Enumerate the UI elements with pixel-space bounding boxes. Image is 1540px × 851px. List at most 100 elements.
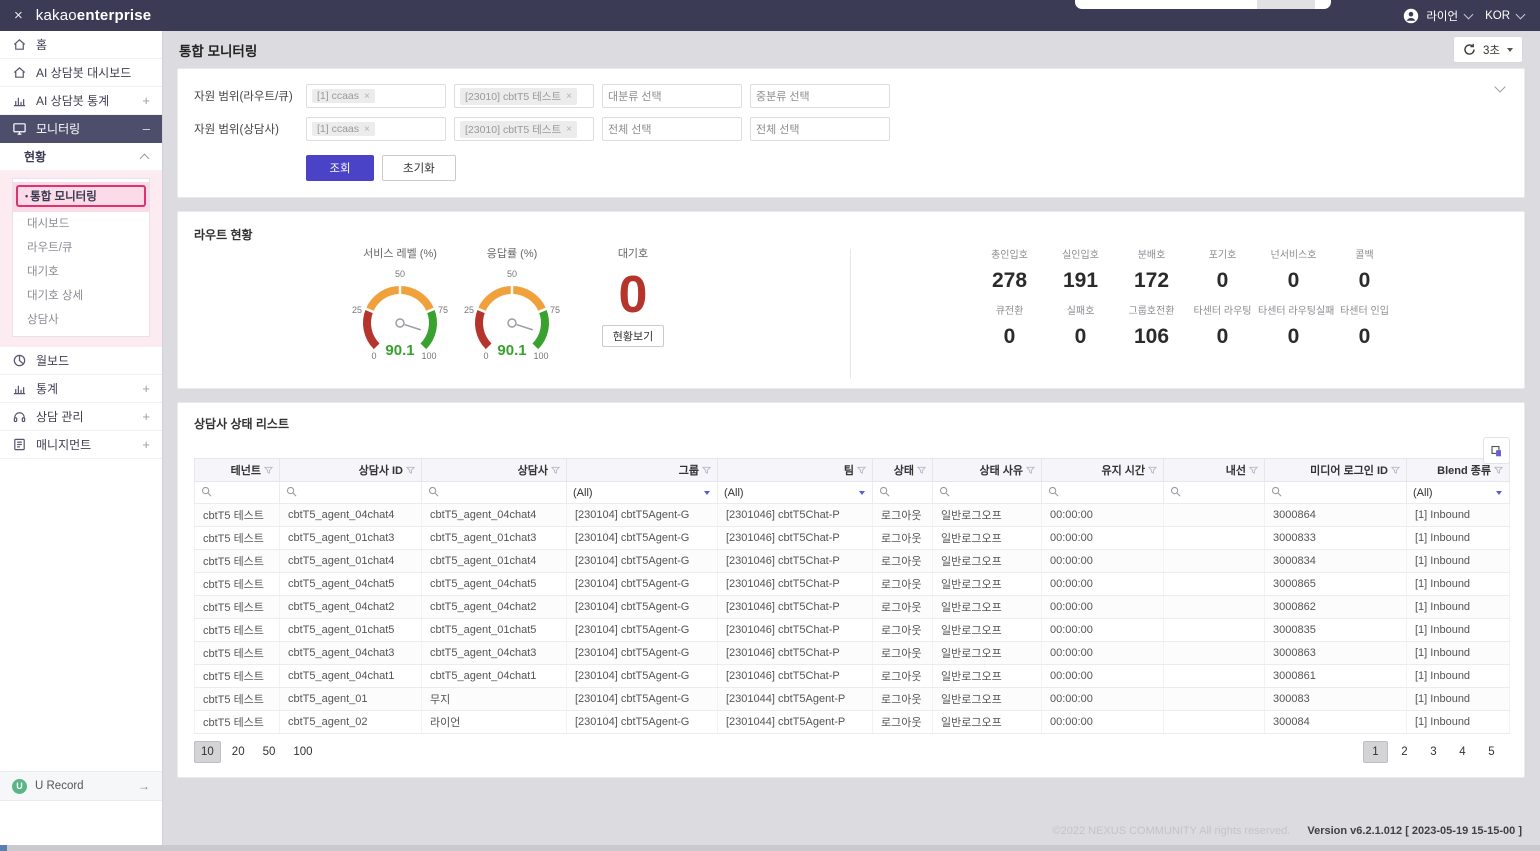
column-filter-search[interactable] <box>1164 482 1265 504</box>
agent-row[interactable]: cbtT5 테스트cbtT5_agent_01무지[230104] cbtT5A… <box>195 688 1510 711</box>
sidebar-group-status[interactable]: 현황 <box>0 143 162 171</box>
column-filter-select[interactable]: (All) <box>567 482 718 504</box>
column-filter-search[interactable] <box>280 482 422 504</box>
refresh-icon <box>1463 43 1476 56</box>
gauge-value: 90.1 <box>385 342 414 359</box>
user-name[interactable]: 라이언 <box>1426 8 1458 24</box>
chevron-down-icon[interactable] <box>1516 9 1526 19</box>
agent-row[interactable]: cbtT5 테스트cbtT5_agent_04chat1cbtT5_agent_… <box>195 665 1510 688</box>
column-header[interactable]: 상태 사유 <box>933 459 1042 482</box>
sidebar-item-home[interactable]: 홈 <box>0 31 162 59</box>
refresh-interval-control[interactable]: 3초 <box>1453 36 1523 63</box>
agent-row[interactable]: cbtT5 테스트cbtT5_agent_01chat3cbtT5_agent_… <box>195 527 1510 550</box>
column-filter-select[interactable]: (All) <box>718 482 873 504</box>
sidebar-subitem-agents[interactable]: 상담사 <box>13 308 149 332</box>
agent-row[interactable]: cbtT5 테스트cbtT5_agent_04chat5cbtT5_agent_… <box>195 573 1510 596</box>
filter-funnel-icon <box>1391 466 1400 475</box>
expand-icon: + <box>142 94 150 107</box>
column-header[interactable]: 미디어 로그인 ID <box>1265 459 1407 482</box>
column-header[interactable]: 상태 <box>873 459 933 482</box>
resource-tag-input[interactable]: [1] ccaas× <box>306 117 446 141</box>
column-header[interactable]: 내선 <box>1164 459 1265 482</box>
copy-icon[interactable] <box>1483 437 1510 464</box>
page-size-button-100[interactable]: 100 <box>286 741 319 763</box>
bar-chart-icon <box>12 93 27 108</box>
remove-tag-icon[interactable]: × <box>566 91 572 102</box>
sidebar-subitem-waiting-calls-detail[interactable]: 대기호 상세 <box>13 284 149 308</box>
column-header[interactable]: 상담사 ID <box>280 459 422 482</box>
sidebar: 홈 AI 상담봇 대시보드 AI 상담봇 통계 + 모니터링 – 현황 •통합 … <box>0 31 163 845</box>
agent-list-title: 상담사 상태 리스트 <box>194 415 1508 432</box>
page-button-2[interactable]: 2 <box>1392 741 1417 763</box>
page-button-4[interactable]: 4 <box>1450 741 1475 763</box>
svg-text:100: 100 <box>533 351 548 361</box>
sidebar-subitem-route-queue[interactable]: 라우트/큐 <box>13 236 149 260</box>
sidebar-item-management[interactable]: 매니지먼트 + <box>0 431 162 459</box>
column-header[interactable]: 상담사 <box>422 459 567 482</box>
resource-tag-input[interactable]: [1] ccaas× <box>306 84 446 108</box>
agent-row[interactable]: cbtT5 테스트cbtT5_agent_01chat4cbtT5_agent_… <box>195 550 1510 573</box>
page-header: 통합 모니터링 3초 <box>162 31 1540 68</box>
sidebar-item-wallboard[interactable]: 월보드 <box>0 347 162 375</box>
category-select[interactable]: 중분류 선택 <box>750 84 890 108</box>
column-header[interactable]: 유지 시간 <box>1042 459 1164 482</box>
sidebar-item-monitoring[interactable]: 모니터링 – <box>0 115 162 143</box>
view-status-button[interactable]: 현황보기 <box>602 325 664 347</box>
sidebar-subitem-dashboard[interactable]: 대시보드 <box>13 212 149 236</box>
stat-item: 실패호 0 <box>1045 303 1116 359</box>
svg-text:0: 0 <box>371 351 376 361</box>
page-size-button-20[interactable]: 20 <box>225 741 252 763</box>
agent-row[interactable]: cbtT5 테스트cbtT5_agent_01chat5cbtT5_agent_… <box>195 619 1510 642</box>
sidebar-item-ai-bot-dashboard[interactable]: AI 상담봇 대시보드 <box>0 59 162 87</box>
sidebar-item-u-record[interactable]: U U Record → <box>0 771 162 801</box>
page-button-3[interactable]: 3 <box>1421 741 1446 763</box>
sidebar-item-consult-management[interactable]: 상담 관리 + <box>0 403 162 431</box>
column-filter-select[interactable]: (All) <box>1407 482 1510 504</box>
sidebar-item-ai-bot-stats[interactable]: AI 상담봇 통계 + <box>0 87 162 115</box>
expand-icon: + <box>142 382 150 395</box>
user-avatar-icon[interactable] <box>1403 8 1419 24</box>
column-filter-search[interactable] <box>195 482 280 504</box>
monitor-icon <box>12 121 27 136</box>
bottom-corner-accent <box>0 845 7 851</box>
remove-tag-icon[interactable]: × <box>566 124 572 135</box>
page-button-1[interactable]: 1 <box>1363 741 1388 763</box>
reset-button[interactable]: 초기화 <box>382 155 456 181</box>
category-select[interactable]: 전체 선택 <box>602 117 742 141</box>
column-header[interactable]: 테넌트 <box>195 459 280 482</box>
agent-row[interactable]: cbtT5 테스트cbtT5_agent_04chat4cbtT5_agent_… <box>195 504 1510 527</box>
stat-item: 타센터 라우팅 0 <box>1187 303 1258 359</box>
sidebar-subitem-integrated-monitoring[interactable]: •통합 모니터링 <box>13 182 149 212</box>
agent-row[interactable]: cbtT5 테스트cbtT5_agent_04chat3cbtT5_agent_… <box>195 642 1510 665</box>
category-select[interactable]: 전체 선택 <box>750 117 890 141</box>
column-filter-search[interactable] <box>422 482 567 504</box>
sidebar-item-statistics[interactable]: 통계 + <box>0 375 162 403</box>
column-header[interactable]: 그룹 <box>567 459 718 482</box>
column-header[interactable]: 팀 <box>718 459 873 482</box>
brand-logo[interactable]: kakaoenterprise <box>36 7 152 24</box>
remove-tag-icon[interactable]: × <box>364 91 370 102</box>
column-filter-search[interactable] <box>1265 482 1407 504</box>
agent-row[interactable]: cbtT5 테스트cbtT5_agent_04chat2cbtT5_agent_… <box>195 596 1510 619</box>
remove-tag-icon[interactable]: × <box>364 124 370 135</box>
expand-icon: + <box>142 438 150 451</box>
resource-tag-input[interactable]: [23010] cbtT5 테스트× <box>454 84 594 108</box>
sidebar-subitem-waiting-calls[interactable]: 대기호 <box>13 260 149 284</box>
filter-panel: 자원 범위(라우트/큐) [1] ccaas×[23010] cbtT5 테스트… <box>177 68 1525 198</box>
agent-row[interactable]: cbtT5 테스트cbtT5_agent_02라이언[230104] cbtT5… <box>195 711 1510 734</box>
resource-tag-input[interactable]: [23010] cbtT5 테스트× <box>454 117 594 141</box>
page-size-button-50[interactable]: 50 <box>256 741 283 763</box>
svg-text:50: 50 <box>395 269 405 279</box>
close-icon[interactable]: × <box>14 8 23 23</box>
column-filter-search[interactable] <box>1042 482 1164 504</box>
page-button-5[interactable]: 5 <box>1479 741 1504 763</box>
locale-selector[interactable]: KOR <box>1485 10 1510 22</box>
search-button[interactable]: 조회 <box>306 155 374 181</box>
gauge-label: 응답률 (%) <box>456 245 568 263</box>
category-select[interactable]: 대분류 선택 <box>602 84 742 108</box>
column-filter-search[interactable] <box>873 482 933 504</box>
column-filter-search[interactable] <box>933 482 1042 504</box>
page-size-button-10[interactable]: 10 <box>194 741 221 763</box>
bottom-strip <box>0 845 1540 851</box>
chevron-down-icon[interactable] <box>1464 9 1474 19</box>
